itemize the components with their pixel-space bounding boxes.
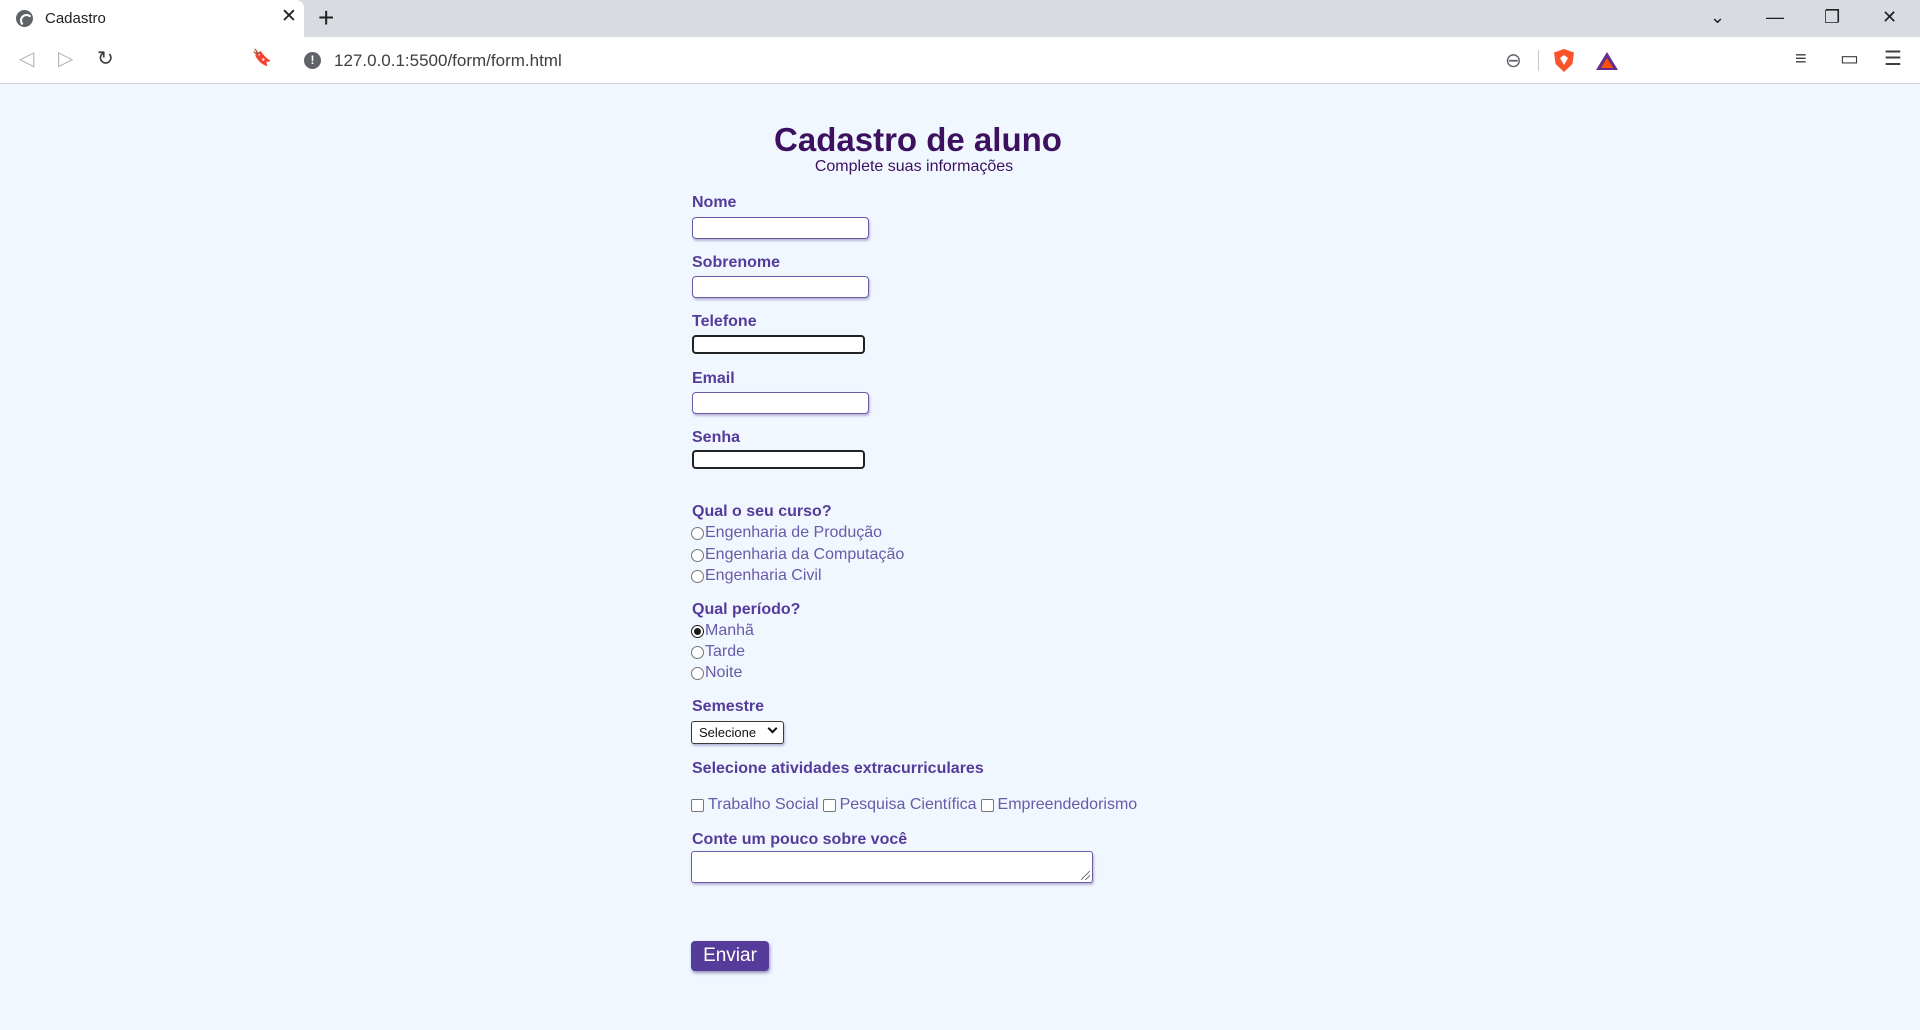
submit-button[interactable]: Enviar — [691, 941, 769, 971]
chevron-down-icon — [767, 723, 778, 734]
sobrenome-label: Sobrenome — [692, 254, 781, 271]
radio-button[interactable] — [691, 548, 704, 562]
omnibox-divider — [1538, 50, 1539, 71]
minimize-icon[interactable]: — — [1766, 6, 1784, 28]
sobrenome-input[interactable] — [692, 276, 869, 298]
checkbox-option[interactable]: Pesquisa Científica — [822, 796, 977, 814]
hamburger-menu-icon[interactable]: ☰ — [1884, 47, 1902, 71]
resize-grip-icon[interactable] — [1081, 871, 1090, 880]
close-icon[interactable]: ✕ — [1882, 6, 1897, 28]
checkbox[interactable] — [980, 798, 994, 812]
senha-input[interactable] — [692, 450, 865, 469]
email-input[interactable] — [692, 392, 869, 414]
telefone-input[interactable] — [692, 335, 865, 354]
atividades-checkbox-group: Trabalho Social Pesquisa Científica Empr… — [691, 796, 1141, 814]
checkbox-label: Trabalho Social — [708, 796, 819, 813]
radio-option-periodo[interactable]: Manhã — [691, 622, 754, 640]
page-subtitle: Complete suas informações — [814, 158, 1014, 175]
curso-question: Qual o seu curso? — [692, 503, 832, 520]
telefone-label: Telefone — [692, 313, 757, 330]
page-content: Cadastro de aluno Complete suas informaç… — [0, 84, 1920, 1030]
browser-toolbar: ◁ ▷ ↻ 🔖 ! 127.0.0.1:5500/form/form.html … — [0, 37, 1920, 84]
wallet-icon[interactable]: ▭ — [1840, 47, 1859, 71]
checkbox[interactable] — [822, 798, 836, 812]
address-bar[interactable]: ! 127.0.0.1:5500/form/form.html ⊖ — [292, 44, 1628, 77]
globe-icon — [16, 10, 33, 27]
radio-button[interactable] — [691, 666, 704, 680]
radio-button[interactable] — [691, 569, 704, 583]
semestre-selected-value: Selecione — [699, 725, 757, 740]
close-icon[interactable]: ✕ — [281, 7, 297, 27]
back-arrow-icon[interactable]: ◁ — [19, 47, 34, 71]
nome-input[interactable] — [692, 217, 869, 239]
checkbox-option[interactable]: Empreendedorismo — [980, 796, 1138, 814]
forward-arrow-icon[interactable]: ▷ — [58, 47, 73, 71]
info-icon[interactable]: ! — [304, 52, 321, 69]
checkbox-option[interactable]: Trabalho Social — [691, 796, 819, 814]
radio-option-curso[interactable]: Engenharia de Produção — [691, 524, 882, 542]
tab-strip: Cadastro ✕ + ⌄ — ❐ ✕ — [0, 0, 1920, 37]
senha-label: Senha — [692, 429, 741, 446]
radio-option-label: Engenharia de Produção — [705, 524, 883, 541]
checkbox-label: Pesquisa Científica — [839, 796, 977, 813]
sobre-label: Conte um pouco sobre você — [692, 831, 908, 848]
url-text[interactable]: 127.0.0.1:5500/form/form.html — [334, 51, 562, 71]
nome-label: Nome — [692, 194, 737, 211]
radio-button[interactable] — [691, 526, 704, 540]
email-label: Email — [692, 370, 735, 387]
radio-option-periodo[interactable]: Noite — [691, 664, 742, 682]
radio-button[interactable] — [691, 645, 704, 659]
page-title: Cadastro de aluno — [774, 121, 1062, 158]
radio-option-label: Engenharia Civil — [705, 567, 822, 584]
sobre-textarea[interactable] — [691, 851, 1093, 883]
radio-option-curso[interactable]: Engenharia Civil — [691, 567, 822, 585]
radio-option-label: Noite — [705, 664, 743, 681]
radio-option-label: Engenharia da Computação — [705, 546, 905, 563]
reload-icon[interactable]: ↻ — [97, 47, 114, 71]
periodo-question: Qual período? — [692, 601, 801, 618]
brave-shield-icon[interactable] — [1554, 49, 1574, 72]
radio-option-label: Tarde — [705, 643, 746, 660]
brave-rewards-icon[interactable] — [1596, 52, 1618, 70]
checkbox-label: Empreendedorismo — [997, 796, 1138, 813]
plus-icon[interactable]: + — [318, 3, 334, 33]
restore-icon[interactable]: ❐ — [1824, 6, 1840, 28]
browser-tab[interactable]: Cadastro ✕ — [0, 0, 304, 37]
chevron-down-icon[interactable]: ⌄ — [1710, 6, 1725, 28]
semestre-select[interactable]: Selecione — [691, 721, 784, 744]
semestre-label: Semestre — [692, 698, 765, 715]
atividades-label: Selecione atividades extracurriculares — [692, 760, 984, 777]
zoom-out-icon[interactable]: ⊖ — [1505, 48, 1522, 73]
radio-option-periodo[interactable]: Tarde — [691, 643, 745, 661]
radio-button-selected[interactable] — [691, 624, 704, 638]
playlist-icon[interactable]: ≡ — [1795, 47, 1807, 71]
tab-title: Cadastro — [45, 10, 106, 27]
radio-option-curso[interactable]: Engenharia da Computação — [691, 546, 904, 564]
bookmark-icon[interactable]: 🔖 — [252, 47, 272, 71]
checkbox[interactable] — [691, 798, 704, 812]
radio-option-label: Manhã — [705, 622, 754, 639]
